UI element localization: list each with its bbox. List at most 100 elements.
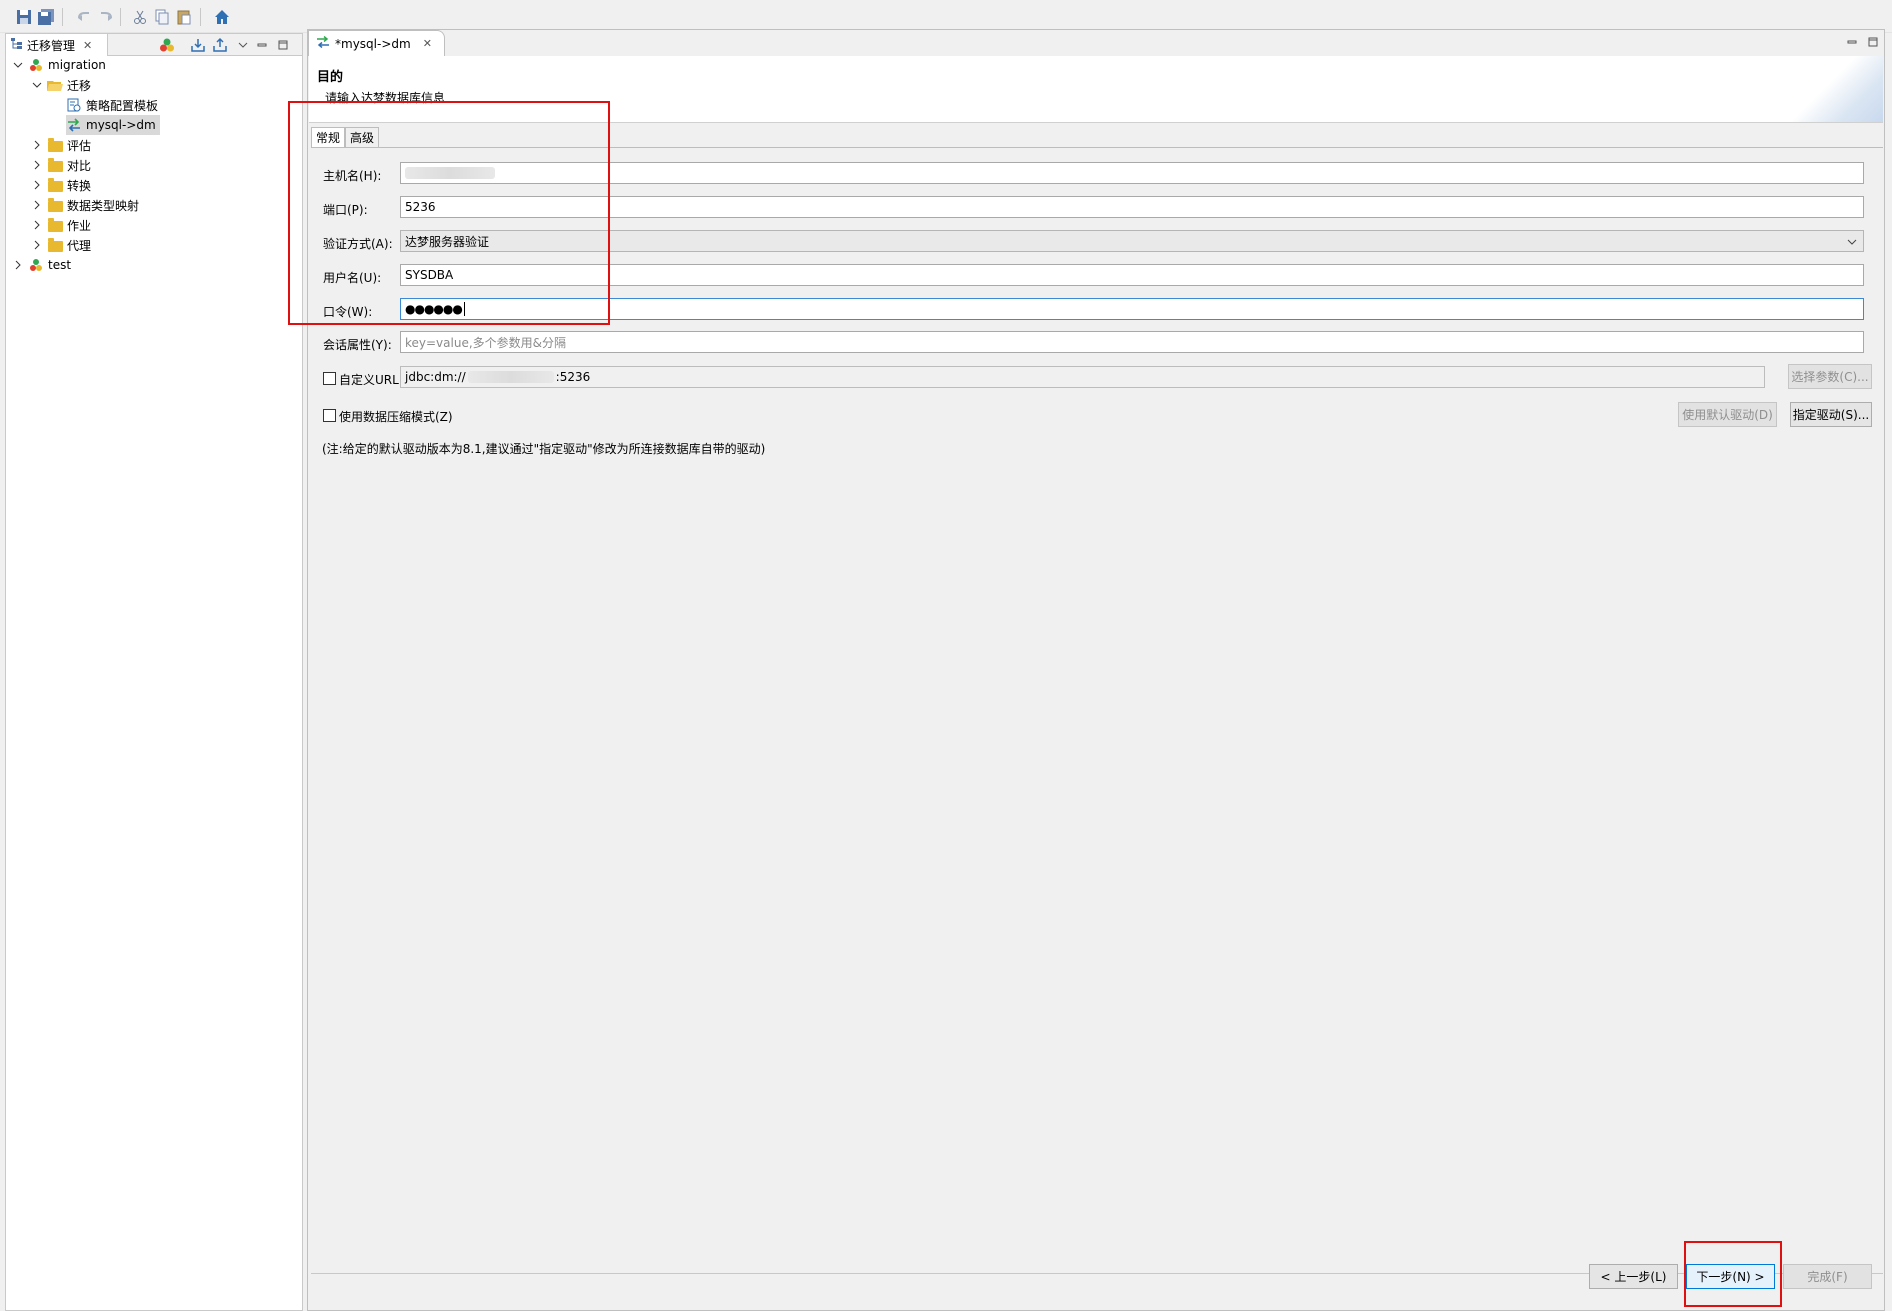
compression-checkbox[interactable] — [323, 409, 336, 422]
redacted-host — [405, 167, 495, 179]
chevron-down-icon[interactable] — [30, 78, 44, 92]
tree-item-label: 作业 — [67, 218, 92, 233]
compression-label: 使用数据压缩模式(Z) — [339, 410, 453, 424]
tree-item-agent[interactable]: 代理 — [30, 235, 91, 255]
redo-icon[interactable] — [96, 7, 116, 27]
redacted-url-host — [467, 371, 554, 383]
wizard-header: 目的 请输入达梦数据库信息 — [309, 56, 1883, 123]
tree-item-migration-folder[interactable]: 迁移 — [30, 75, 91, 95]
toolbar-separator — [200, 8, 201, 26]
port-input[interactable]: 5236 — [400, 196, 1864, 218]
left-panel-tab-row: 迁移管理 ✕ — [6, 34, 302, 56]
minimize-icon[interactable] — [1845, 36, 1859, 48]
next-button[interactable]: 下一步(N) > — [1686, 1264, 1775, 1289]
tree-item-migration[interactable]: migration — [11, 55, 106, 75]
tree-item-mysql-dm[interactable]: mysql->dm — [66, 115, 160, 135]
copy-icon[interactable] — [152, 7, 172, 27]
folder-icon — [47, 197, 63, 212]
username-label: 用户名(U): — [323, 271, 382, 285]
chevron-right-icon[interactable] — [11, 258, 25, 272]
host-label: 主机名(H): — [323, 169, 382, 183]
chevron-down-icon[interactable] — [11, 58, 25, 72]
save-icon[interactable] — [14, 7, 34, 27]
tree-item-label: migration — [48, 58, 106, 72]
folder-icon — [47, 137, 63, 152]
tab-migration-management[interactable]: 迁移管理 ✕ — [6, 34, 108, 56]
password-input[interactable]: ●●●●●● — [400, 298, 1864, 320]
home-icon[interactable] — [212, 7, 232, 27]
toolbar-separator — [120, 8, 121, 26]
maximize-icon[interactable] — [274, 36, 292, 54]
tree-item-label: 评估 — [67, 138, 92, 153]
text-caret — [463, 302, 465, 316]
chevron-right-icon[interactable] — [30, 178, 44, 192]
chevron-right-icon[interactable] — [30, 198, 44, 212]
project-icon[interactable] — [158, 36, 176, 54]
finish-button[interactable]: 完成(F) — [1783, 1264, 1872, 1289]
template-icon — [66, 98, 82, 112]
back-button[interactable]: < 上一步(L) — [1589, 1264, 1678, 1289]
tree-item-test[interactable]: test — [11, 255, 71, 275]
save-all-icon[interactable] — [36, 7, 56, 27]
host-input[interactable] — [400, 162, 1864, 184]
select-params-button[interactable]: 选择参数(C)... — [1788, 364, 1872, 389]
tree-item-jobs[interactable]: 作业 — [30, 215, 91, 235]
tab-advanced[interactable]: 高级 — [345, 127, 380, 147]
tree-item-label: 策略配置模板 — [86, 98, 159, 113]
tree-item-convert[interactable]: 转换 — [30, 175, 91, 195]
wizard-subtitle: 请输入达梦数据库信息 — [325, 91, 446, 105]
specify-driver-button[interactable]: 指定驱动(S)... — [1790, 402, 1872, 427]
tree-item-label: test — [48, 258, 72, 272]
undo-icon[interactable] — [74, 7, 94, 27]
cut-icon[interactable] — [130, 7, 150, 27]
chevron-right-icon[interactable] — [30, 238, 44, 252]
session-properties-input[interactable]: key=value,多个参数用&分隔 — [400, 331, 1864, 353]
close-icon[interactable]: ✕ — [83, 39, 92, 52]
migration-management-panel: 迁移管理 ✕ migration 迁移 策略配置模板 mysql->dm 评估 … — [5, 33, 303, 1311]
chevron-down-icon — [1847, 236, 1857, 250]
session-placeholder: key=value,多个参数用&分隔 — [405, 335, 567, 350]
tree-item-datatype-mapping[interactable]: 数据类型映射 — [30, 195, 139, 215]
tab-general[interactable]: 常规 — [311, 127, 346, 147]
tree-view-icon — [10, 37, 23, 53]
project-icon — [28, 58, 44, 72]
export-icon[interactable] — [211, 36, 229, 54]
migration-icon — [66, 118, 82, 132]
wizard-title: 目的 — [317, 70, 344, 85]
tree-item-strategy-template[interactable]: 策略配置模板 — [66, 95, 158, 115]
custom-url-input[interactable]: jdbc:dm:// :5236 — [400, 366, 1765, 388]
import-icon[interactable] — [189, 36, 207, 54]
view-menu-icon[interactable] — [234, 36, 252, 54]
close-icon[interactable]: ✕ — [423, 37, 432, 50]
password-label: 口令(W): — [323, 305, 373, 319]
chevron-right-icon[interactable] — [30, 158, 44, 172]
tree-item-label: 迁移 — [67, 78, 92, 93]
tree-item-label: 代理 — [67, 238, 92, 253]
chevron-right-icon[interactable] — [30, 218, 44, 232]
project-icon — [28, 258, 44, 272]
username-input[interactable]: SYSDBA — [400, 264, 1864, 286]
folder-icon — [47, 177, 63, 192]
wizard-banner-art — [1793, 56, 1883, 122]
tab-mysql-dm[interactable]: *mysql->dm ✕ — [308, 30, 445, 56]
folder-icon — [47, 237, 63, 252]
folder-icon — [47, 157, 63, 172]
tree-item-label: mysql->dm — [86, 118, 156, 132]
paste-icon[interactable] — [174, 7, 194, 27]
left-tab-label: 迁移管理 — [27, 38, 76, 53]
maximize-icon[interactable] — [1866, 36, 1880, 48]
chevron-right-icon[interactable] — [30, 138, 44, 152]
tree-item-label: 数据类型映射 — [67, 198, 140, 213]
custom-url-checkbox[interactable] — [323, 372, 336, 385]
editor-tab-row: *mysql->dm ✕ — [308, 30, 1884, 56]
auth-label: 验证方式(A): — [323, 237, 393, 251]
auth-select[interactable]: 达梦服务器验证 — [400, 230, 1864, 252]
wizard-editor: *mysql->dm ✕ 目的 请输入达梦数据库信息 常规 高级 主机名(H):… — [307, 29, 1885, 1311]
folder-icon — [47, 217, 63, 232]
minimize-icon[interactable] — [253, 36, 271, 54]
default-driver-button[interactable]: 使用默认驱动(D) — [1678, 402, 1777, 427]
tree-item-label: 转换 — [67, 178, 92, 193]
tree-item-compare[interactable]: 对比 — [30, 155, 91, 175]
migration-icon — [315, 35, 331, 51]
tree-item-assessment[interactable]: 评估 — [30, 135, 91, 155]
